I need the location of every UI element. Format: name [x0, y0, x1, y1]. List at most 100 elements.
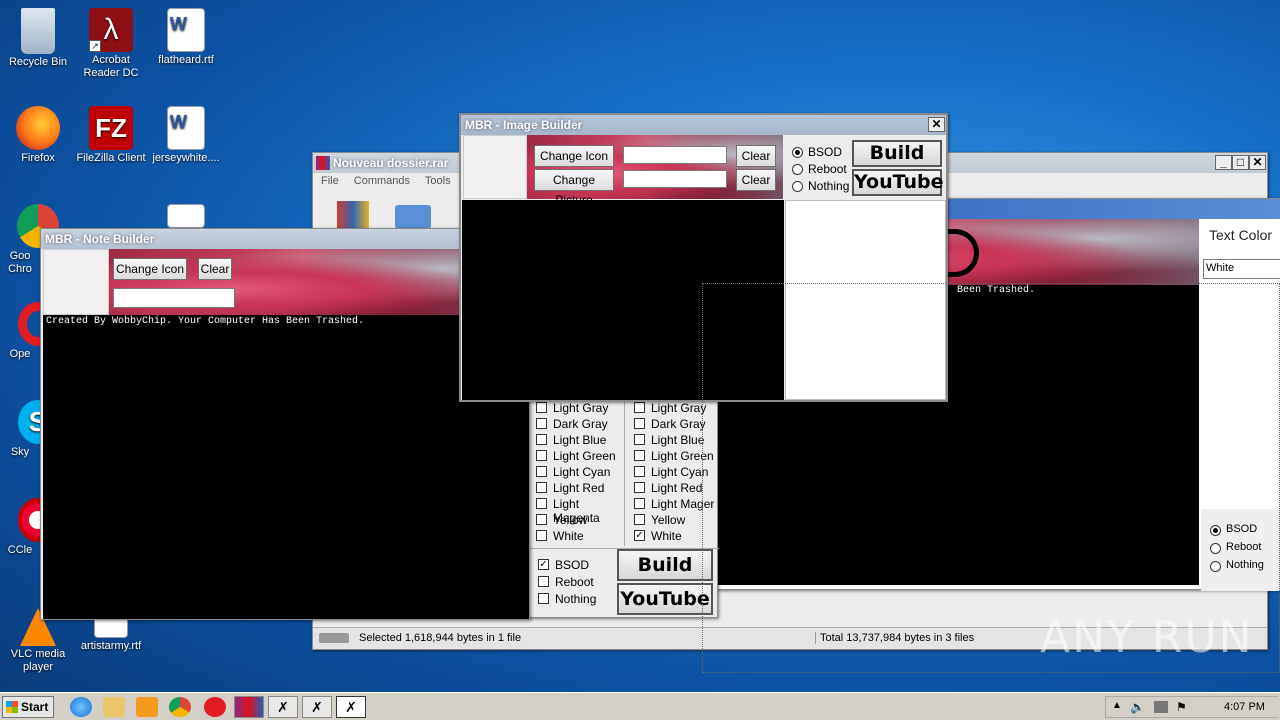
chrome-icon[interactable]	[169, 697, 191, 717]
opera-icon[interactable]	[204, 697, 226, 717]
note-builder-window[interactable]: MBR - Note Builder Change Icon Clear Cre…	[40, 228, 530, 620]
color-label: Light Green	[651, 449, 714, 463]
color-checkbox[interactable]	[536, 418, 547, 429]
color-checkbox[interactable]	[634, 450, 645, 461]
nothing-radio[interactable]	[792, 181, 803, 192]
firefox-icon	[16, 106, 60, 150]
nothing-radio[interactable]	[1210, 561, 1221, 572]
ie-icon[interactable]	[70, 697, 92, 717]
icon-path-field[interactable]	[113, 288, 235, 308]
color-list-right: Light Gray Dark Gray Light Blue Light Green…	[627, 396, 719, 546]
folder-icon[interactable]	[395, 205, 431, 229]
color-checkbox[interactable]	[634, 514, 645, 525]
clear-button[interactable]: Clear	[198, 258, 232, 280]
change-picture-button[interactable]: Change Picture	[534, 169, 614, 207]
text-color-label: Text Color	[1209, 227, 1273, 243]
change-icon-button[interactable]: Change Icon	[113, 258, 187, 280]
speaker-icon[interactable]: 🔈	[1130, 700, 1145, 714]
color-checkbox[interactable]	[536, 530, 547, 541]
color-checkbox[interactable]	[536, 466, 547, 477]
color-label: Yellow	[651, 513, 686, 527]
image-preview	[462, 200, 784, 400]
desktop-icon-firefox[interactable]: Firefox	[0, 106, 76, 165]
color-checkbox[interactable]	[536, 450, 547, 461]
color-checkbox[interactable]	[536, 482, 547, 493]
color-label: Light Gray	[553, 401, 609, 415]
youtube-button[interactable]: YouTube	[617, 583, 713, 615]
youtube-button[interactable]: YouTube	[852, 169, 943, 196]
clear-picture-button[interactable]: Clear	[736, 169, 776, 191]
color-label: White	[553, 529, 584, 543]
bsod-checkbox[interactable]: ✓	[538, 559, 549, 570]
status-selected: Selected 1,618,944 bytes in 1 file	[359, 632, 522, 644]
reboot-label: Reboot	[555, 575, 594, 589]
color-checkbox[interactable]	[634, 434, 645, 445]
nothing-label: Nothing	[1226, 559, 1264, 571]
color-checkbox[interactable]	[634, 482, 645, 493]
desktop-icon-acrobat[interactable]: λ ↗ Acrobat Reader DC	[73, 8, 149, 80]
close-button[interactable]: ✕	[1249, 155, 1266, 170]
desktop-icon-flatheard[interactable]: W flatheard.rtf	[148, 8, 224, 67]
note-builder-titlebar[interactable]: MBR - Note Builder	[41, 229, 529, 249]
sound-waves-icon	[943, 229, 979, 277]
media-player-icon[interactable]	[136, 697, 158, 717]
close-button[interactable]: ✕	[928, 117, 945, 132]
image-builder-titlebar[interactable]: MBR - Image Builder	[461, 115, 946, 135]
color-checkbox[interactable]	[634, 498, 645, 509]
color-builder-window[interactable]: Light Gray Dark Gray Light Blue Light Green…	[528, 396, 719, 618]
menu-tools[interactable]: Tools	[425, 175, 451, 187]
text-color-select[interactable]: White ▼	[1203, 259, 1280, 279]
build-button[interactable]: Build	[617, 549, 713, 581]
picture-path-field[interactable]	[623, 170, 727, 188]
desktop-icon-filezilla[interactable]: FZ FileZilla Client	[73, 106, 149, 165]
color-label: Light Blue	[651, 433, 705, 447]
nothing-checkbox[interactable]	[538, 593, 549, 604]
taskbar-winrar[interactable]	[234, 696, 264, 718]
color-checkbox[interactable]	[634, 418, 645, 429]
desktop-icon-jerseywhite[interactable]: W jerseywhite....	[148, 106, 224, 165]
image-side-panel	[785, 200, 946, 400]
image-builder-window[interactable]: MBR - Image Builder ✕ Change Icon Change…	[459, 113, 948, 402]
change-icon-button[interactable]: Change Icon	[534, 145, 614, 167]
color-checkbox[interactable]	[536, 402, 547, 413]
flag-icon[interactable]: ⚑	[1176, 700, 1187, 714]
color-label: Light Gray	[651, 401, 707, 415]
word-doc-icon	[167, 204, 205, 228]
icon-path-field[interactable]	[623, 146, 727, 164]
explorer-icon[interactable]	[103, 697, 125, 717]
bsod-label: BSOD	[808, 145, 843, 159]
reboot-checkbox[interactable]	[538, 576, 549, 587]
color-checkbox[interactable]	[536, 514, 547, 525]
color-label: Yellow	[553, 513, 588, 527]
bsod-radio[interactable]	[1210, 525, 1221, 536]
color-checkbox[interactable]	[536, 498, 547, 509]
color-label: Light Green	[553, 449, 616, 463]
minimize-button[interactable]: _	[1215, 155, 1232, 170]
clear-icon-button[interactable]: Clear	[736, 145, 776, 167]
network-icon[interactable]	[1154, 701, 1168, 713]
anyrun-watermark: ANY RUN	[1040, 612, 1254, 663]
menu-file[interactable]: File	[321, 175, 339, 187]
color-label: Light Mager	[651, 497, 715, 511]
desktop-icon-recycle-bin[interactable]: Recycle Bin	[0, 8, 76, 69]
note-text-area[interactable]: Created By WobbyChip. Your Computer Has …	[43, 315, 529, 619]
taskbar-mbr-1[interactable]: ✗	[268, 696, 298, 718]
color-checkbox[interactable]	[634, 402, 645, 413]
reboot-radio[interactable]	[1210, 543, 1221, 554]
drive-icon	[319, 633, 349, 643]
tray-expand-icon[interactable]: ▲	[1112, 700, 1122, 711]
add-archive-icon[interactable]	[337, 201, 369, 229]
taskbar-mbr-2[interactable]: ✗	[302, 696, 332, 718]
menu-commands[interactable]: Commands	[354, 175, 410, 187]
start-button[interactable]: Start	[2, 696, 54, 718]
color-checkbox[interactable]	[634, 466, 645, 477]
build-button[interactable]: Build	[852, 140, 942, 167]
taskbar-mbr-3[interactable]: ✗	[336, 696, 366, 718]
maximize-button[interactable]: □	[1232, 155, 1249, 170]
color-checkbox[interactable]	[536, 434, 547, 445]
bsod-radio[interactable]	[792, 147, 803, 158]
clock[interactable]: 4:07 PM	[1224, 701, 1265, 713]
desktop-icon-word-partial[interactable]	[148, 204, 224, 230]
color-checkbox[interactable]: ✓	[634, 530, 645, 541]
reboot-radio[interactable]	[792, 164, 803, 175]
